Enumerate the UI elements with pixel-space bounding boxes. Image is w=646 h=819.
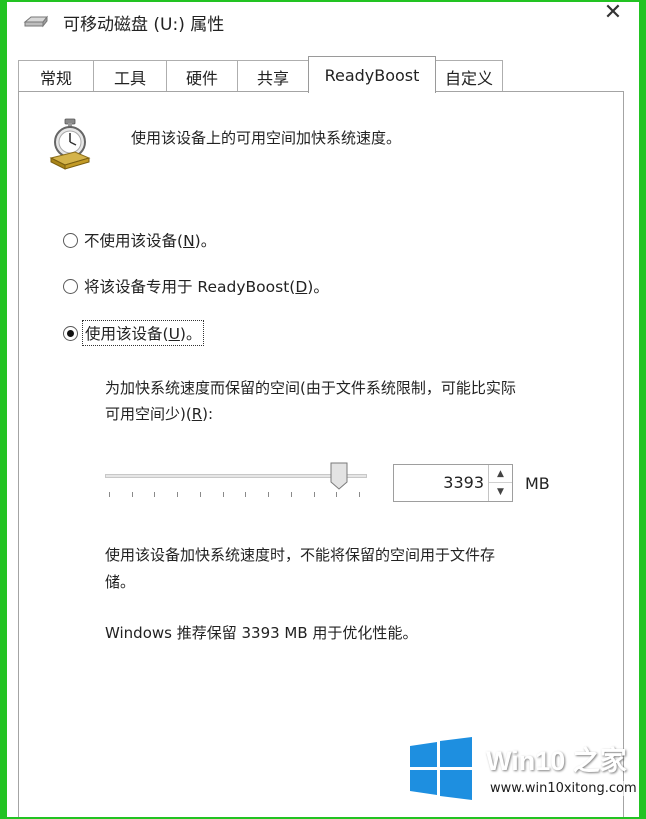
slider-tick — [313, 492, 315, 497]
reserve-space-slider[interactable] — [103, 459, 371, 499]
intro-text: 使用该设备上的可用空间加快系统速度。 — [131, 129, 402, 147]
tab-sharing[interactable]: 共享 — [237, 60, 309, 92]
option-label: 使用该设备(U)。 — [81, 320, 205, 346]
title-bar: 可移动磁盘 (U:) 属性 ✕ — [7, 2, 639, 46]
spin-buttons: ▲ ▼ — [488, 465, 512, 501]
slider-tick — [109, 492, 110, 497]
slider-tick — [154, 492, 156, 497]
tab-readyboost[interactable]: ReadyBoost — [308, 56, 436, 93]
unit-label: MB — [525, 474, 550, 493]
tab-general[interactable]: 常规 — [18, 60, 94, 92]
slider-tick — [359, 492, 360, 497]
window-title: 可移动磁盘 (U:) 属性 — [63, 15, 225, 35]
windows-logo-icon — [410, 737, 472, 800]
option-use-device[interactable]: 使用该设备(U)。 — [63, 320, 205, 346]
radio-use-device[interactable] — [63, 325, 78, 341]
slider-tick — [245, 492, 247, 497]
radio-dedicate[interactable] — [63, 278, 78, 294]
readyboost-panel: 使用该设备上的可用空间加快系统速度。 不使用该设备(N)。 将该设备专用于 Re… — [18, 91, 624, 817]
stopwatch-icon — [49, 118, 91, 170]
slider-tick — [199, 492, 201, 497]
option-label: 将该设备专用于 ReadyBoost(D)。 — [84, 278, 329, 296]
option-do-not-use[interactable]: 不使用该设备(N)。 — [63, 229, 216, 251]
watermark: Win10 之家 www.win10xitong.com — [408, 737, 640, 807]
caret-down-icon: ▼ — [497, 487, 504, 497]
tab-strip: 常规 工具 硬件 共享 ReadyBoost 自定义 — [18, 56, 628, 93]
recommendation-text: Windows 推荐保留 3393 MB 用于优化性能。 — [105, 624, 418, 642]
reserve-space-label: 为加快系统速度而保留的空间(由于文件系统限制，可能比实际 可用空间少)(R): — [105, 379, 516, 423]
spin-down-button[interactable]: ▼ — [489, 483, 512, 501]
spin-up-button[interactable]: ▲ — [489, 465, 512, 483]
slider-tick — [336, 492, 338, 497]
tab-hardware[interactable]: 硬件 — [166, 60, 238, 92]
slider-tick — [268, 492, 270, 497]
slider-tick — [222, 492, 224, 497]
reserve-space-spinbox[interactable]: 3393 ▲ ▼ — [393, 464, 513, 502]
slider-tick — [131, 492, 133, 497]
close-button[interactable]: ✕ — [593, 2, 633, 28]
tab-tools[interactable]: 工具 — [93, 60, 167, 92]
slider-tick — [290, 492, 292, 497]
watermark-title: Win10 之家 — [486, 746, 627, 776]
slider-tick — [177, 492, 179, 497]
option-dedicate[interactable]: 将该设备专用于 ReadyBoost(D)。 — [63, 275, 329, 297]
close-icon: ✕ — [603, 0, 623, 25]
drive-icon — [23, 15, 49, 28]
reserve-space-input[interactable]: 3393 — [394, 465, 484, 501]
tab-customize[interactable]: 自定义 — [435, 60, 503, 92]
option-label: 不使用该设备(N)。 — [84, 232, 217, 250]
slider-track[interactable] — [105, 474, 367, 478]
reserve-note: 使用该设备加快系统速度时，不能将保留的空间用于文件存 储。 — [105, 546, 496, 591]
slider-thumb[interactable] — [330, 462, 348, 490]
caret-up-icon: ▲ — [497, 468, 504, 479]
radio-do-not-use[interactable] — [63, 232, 78, 248]
watermark-url: www.win10xitong.com — [488, 781, 639, 796]
